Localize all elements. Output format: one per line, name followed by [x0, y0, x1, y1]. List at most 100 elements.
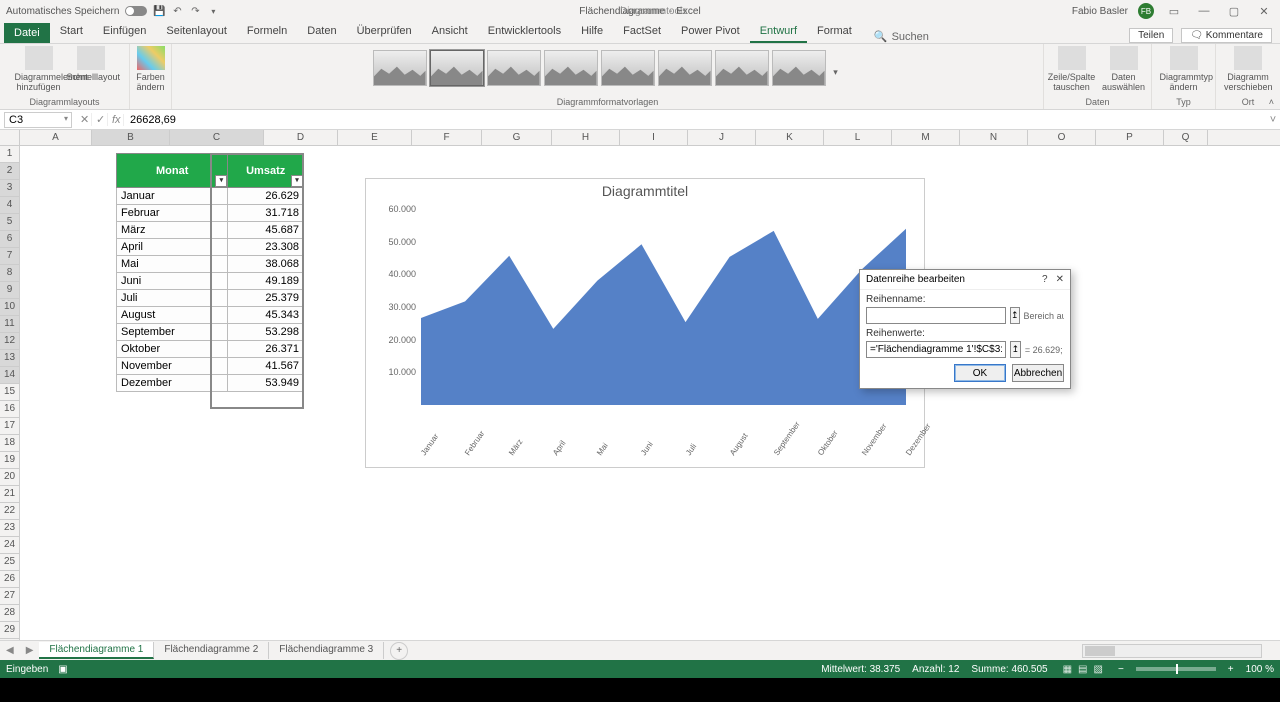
row-header[interactable]: 1	[0, 146, 19, 163]
table-cell[interactable]: 53.949	[228, 375, 304, 392]
row-header[interactable]: 15	[0, 384, 19, 401]
col-header[interactable]: P	[1096, 130, 1164, 145]
series-values-input[interactable]	[866, 341, 1006, 358]
save-icon[interactable]: 💾	[153, 5, 165, 17]
ribbon-tab-power pivot[interactable]: Power Pivot	[671, 21, 750, 43]
maximize-icon[interactable]: ▢	[1224, 5, 1244, 18]
row-header[interactable]: 9	[0, 282, 19, 299]
sheet-tab[interactable]: Flächendiagramme 2	[154, 642, 269, 659]
collapse-range-icon[interactable]: ↥	[1010, 307, 1020, 324]
add-chart-element-button[interactable]: Diagrammelement hinzufügen	[15, 46, 63, 92]
formula-input[interactable]: 26628,69	[124, 114, 1266, 126]
col-header[interactable]: F	[412, 130, 482, 145]
share-button[interactable]: Teilen	[1129, 28, 1173, 43]
col-header[interactable]: A	[20, 130, 92, 145]
table-cell[interactable]: 26.371	[228, 341, 304, 358]
row-header[interactable]: 21	[0, 486, 19, 503]
table-cell[interactable]: November	[117, 358, 228, 375]
col-header[interactable]: L	[824, 130, 892, 145]
autosave-toggle[interactable]	[125, 6, 147, 16]
zoom-level[interactable]: 100 %	[1246, 664, 1274, 675]
tab-nav-next-icon[interactable]: ▶	[20, 645, 40, 656]
table-cell[interactable]: Januar	[117, 188, 228, 205]
filter-icon[interactable]: ▾	[291, 175, 303, 187]
col-header[interactable]: I	[620, 130, 688, 145]
col-header[interactable]: N	[960, 130, 1028, 145]
tab-nav-prev-icon[interactable]: ◀	[0, 645, 20, 656]
table-cell[interactable]: August	[117, 307, 228, 324]
chart-style-2[interactable]	[430, 50, 484, 86]
close-icon[interactable]: ✕	[1254, 5, 1274, 18]
select-all-corner[interactable]	[0, 130, 20, 145]
area-chart[interactable]: Diagrammtitel 60.00050.00040.00030.00020…	[365, 178, 925, 468]
table-cell[interactable]: Oktober	[117, 341, 228, 358]
chart-style-7[interactable]	[715, 50, 769, 86]
row-header[interactable]: 25	[0, 554, 19, 571]
name-box[interactable]: C3	[4, 112, 72, 128]
row-header[interactable]: 17	[0, 418, 19, 435]
dialog-close-icon[interactable]: ✕	[1056, 274, 1064, 285]
table-cell[interactable]: Juni	[117, 273, 228, 290]
col-header[interactable]: O	[1028, 130, 1096, 145]
col-header[interactable]: M	[892, 130, 960, 145]
sheet-tab[interactable]: Flächendiagramme 3	[269, 642, 384, 659]
col-header-month[interactable]: Monat▾	[117, 154, 228, 188]
ribbon-tab-factset[interactable]: FactSet	[613, 21, 671, 43]
ribbon-tab-entwurf[interactable]: Entwurf	[750, 21, 807, 43]
table-cell[interactable]: 23.308	[228, 239, 304, 256]
table-cell[interactable]: 53.298	[228, 324, 304, 341]
horizontal-scrollbar[interactable]	[1082, 644, 1262, 658]
minimize-icon[interactable]: —	[1194, 5, 1214, 17]
chart-title[interactable]: Diagrammtitel	[366, 179, 924, 203]
dialog-help-icon[interactable]: ?	[1042, 274, 1048, 285]
table-cell[interactable]: März	[117, 222, 228, 239]
row-header[interactable]: 29	[0, 622, 19, 639]
ribbon-tab-entwicklertools[interactable]: Entwicklertools	[478, 21, 571, 43]
row-header[interactable]: 4	[0, 197, 19, 214]
col-header-revenue[interactable]: Umsatz▾	[228, 154, 304, 188]
row-header[interactable]: 3	[0, 180, 19, 197]
ribbon-tab-start[interactable]: Start	[50, 21, 93, 43]
row-header[interactable]: 13	[0, 350, 19, 367]
col-header[interactable]: B	[92, 130, 170, 145]
table-cell[interactable]: 41.567	[228, 358, 304, 375]
table-cell[interactable]: 45.343	[228, 307, 304, 324]
filter-icon[interactable]: ▾	[215, 175, 227, 187]
move-chart-button[interactable]: Diagramm verschieben	[1224, 46, 1272, 92]
redo-icon[interactable]: ↷	[189, 5, 201, 17]
row-header[interactable]: 19	[0, 452, 19, 469]
collapse-ribbon-icon[interactable]: ˄	[1269, 97, 1274, 107]
col-header[interactable]: G	[482, 130, 552, 145]
row-header[interactable]: 7	[0, 248, 19, 265]
table-cell[interactable]: 49.189	[228, 273, 304, 290]
row-header[interactable]: 6	[0, 231, 19, 248]
change-colors-button[interactable]: Farben ändern	[134, 46, 168, 92]
ribbon-tab-file[interactable]: Datei	[4, 23, 50, 43]
collapse-range-icon[interactable]: ↥	[1010, 341, 1021, 358]
ribbon-options-icon[interactable]: ▭	[1164, 5, 1184, 18]
row-header[interactable]: 28	[0, 605, 19, 622]
chart-style-6[interactable]	[658, 50, 712, 86]
macro-record-icon[interactable]: ▣	[58, 664, 67, 675]
table-cell[interactable]: 38.068	[228, 256, 304, 273]
table-cell[interactable]: Dezember	[117, 375, 228, 392]
table-cell[interactable]: 25.379	[228, 290, 304, 307]
table-cell[interactable]: 45.687	[228, 222, 304, 239]
row-header[interactable]: 12	[0, 333, 19, 350]
col-header[interactable]: E	[338, 130, 412, 145]
styles-more-icon[interactable]: ▾	[829, 67, 843, 78]
fx-icon[interactable]: fx	[108, 114, 124, 126]
ribbon-tab-formeln[interactable]: Formeln	[237, 21, 297, 43]
table-cell[interactable]: 31.718	[228, 205, 304, 222]
search-box[interactable]: 🔍 Suchen	[874, 30, 929, 43]
row-header[interactable]: 18	[0, 435, 19, 452]
quick-layout-button[interactable]: Schnelllayout	[67, 46, 115, 82]
row-header[interactable]: 20	[0, 469, 19, 486]
ribbon-tab-seitenlayout[interactable]: Seitenlayout	[156, 21, 237, 43]
table-cell[interactable]: 26.629	[228, 188, 304, 205]
sheet-tab[interactable]: Flächendiagramme 1	[39, 642, 154, 659]
ribbon-tab-einfügen[interactable]: Einfügen	[93, 21, 156, 43]
add-sheet-button[interactable]: +	[390, 642, 408, 660]
series-name-input[interactable]	[866, 307, 1006, 324]
row-header[interactable]: 27	[0, 588, 19, 605]
